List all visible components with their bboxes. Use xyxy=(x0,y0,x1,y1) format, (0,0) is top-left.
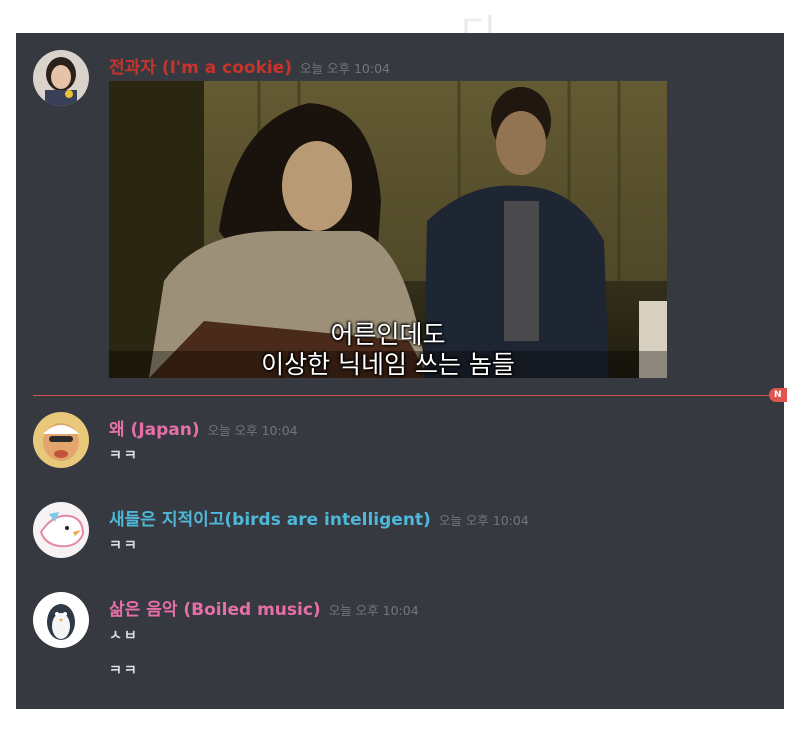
message-header: 왜 (Japan) 오늘 오후 10:04 xyxy=(109,415,298,440)
new-messages-badge: N xyxy=(769,388,787,402)
avatar[interactable] xyxy=(33,412,89,468)
new-messages-divider xyxy=(33,395,773,396)
avatar[interactable] xyxy=(33,592,89,648)
message-text: ㅋㅋ xyxy=(109,538,139,554)
message-header: 새들은 지적이고(birds are intelligent) 오늘 오후 10:… xyxy=(109,505,529,530)
avatar[interactable] xyxy=(33,502,89,558)
message-header: 전과자 (I'm a cookie) 오늘 오후 10:04 xyxy=(109,53,390,78)
timestamp: 오늘 오후 10:04 xyxy=(438,513,529,528)
message-text: ㅋㅋ xyxy=(109,663,139,679)
timestamp: 오늘 오후 10:04 xyxy=(300,61,391,76)
timestamp: 오늘 오후 10:04 xyxy=(328,603,419,618)
timestamp: 오늘 오후 10:04 xyxy=(207,423,298,438)
chat-panel: 전과자 (I'm a cookie) 오늘 오후 10:04 어른인데도 이상한… xyxy=(16,33,787,709)
username[interactable]: 전과자 (I'm a cookie) xyxy=(109,58,292,78)
image-subtitle-line-2: 이상한 닉네임 쓰는 놈들 xyxy=(261,350,515,378)
avatar[interactable] xyxy=(33,50,89,106)
username[interactable]: 삶은 음악 (Boiled music) xyxy=(109,600,321,620)
attached-image[interactable]: 어른인데도 이상한 닉네임 쓰는 놈들 xyxy=(109,81,667,378)
message-text: ㅋㅋ xyxy=(109,448,139,464)
message-text: ㅅㅂ xyxy=(109,628,139,644)
username[interactable]: 왜 (Japan) xyxy=(109,420,200,440)
username[interactable]: 새들은 지적이고(birds are intelligent) xyxy=(109,510,431,530)
message-header: 삶은 음악 (Boiled music) 오늘 오후 10:04 xyxy=(109,595,419,620)
